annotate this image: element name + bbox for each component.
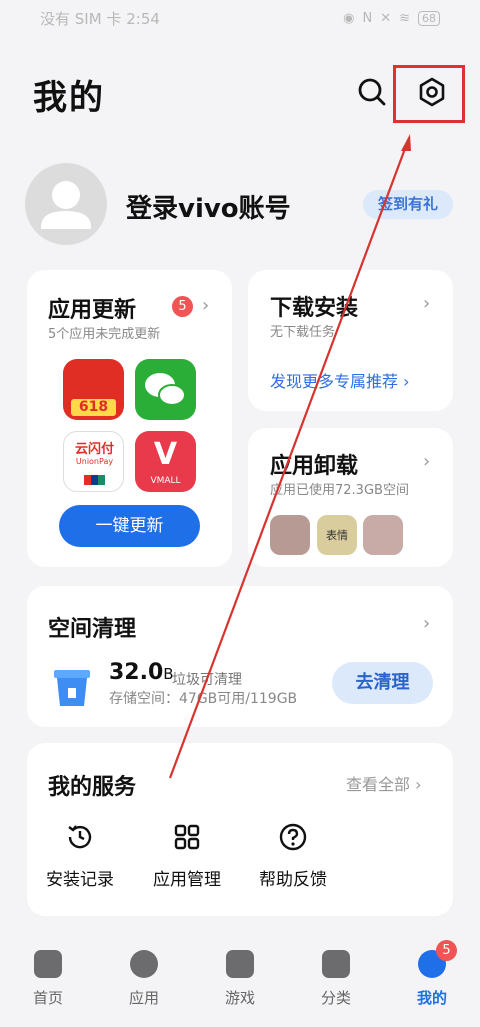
unionpay-title: 云闪付 — [74, 442, 114, 457]
help-feedback-label: 帮助反馈 — [259, 870, 327, 890]
install-history-button[interactable]: 安装记录 — [35, 822, 125, 890]
chat-bubbles-icon — [145, 373, 186, 406]
search-icon[interactable] — [356, 76, 388, 108]
status-icons: ◉ N ✕ ≋ 68 — [343, 10, 440, 26]
cleanable-amount: 32.0B — [109, 660, 174, 685]
services-title: 我的服务 — [48, 775, 137, 800]
tab-categories-label: 分类 — [320, 989, 351, 1007]
trash-bin-icon — [54, 670, 90, 706]
clock: 2:54 — [126, 9, 160, 28]
tab-home-label: 首页 — [32, 989, 63, 1007]
vmall-app-icon: V VMALL — [135, 431, 196, 492]
download-title: 下载安装 — [270, 296, 359, 321]
amount-value: 32.0 — [109, 660, 164, 685]
status-bar: 没有 SIM 卡 2:54 ◉ N ✕ ≋ 68 — [0, 0, 480, 36]
carrier-text: 没有 SIM 卡 — [40, 9, 122, 28]
mute-icon: ✕ — [380, 10, 392, 26]
uninstall-subtitle: 应用已使用72.3GB空间 — [270, 483, 409, 498]
tab-mine-badge: 5 — [436, 940, 457, 961]
weibo-thumb-icon — [363, 515, 403, 555]
cleanable-label: 垃圾可清理 — [172, 672, 242, 688]
v-logo: V — [153, 437, 178, 472]
tab-games[interactable]: 游戏 — [205, 950, 275, 1008]
nfc-icon: N — [362, 10, 373, 26]
update-all-button[interactable]: 一键更新 — [59, 505, 200, 547]
chevron-right-icon: › — [202, 295, 210, 316]
storage-detail: 存储空间：47GB可用/119GB — [109, 691, 298, 707]
help-question-icon — [279, 823, 307, 851]
vmall-label: VMALL — [150, 476, 181, 486]
history-clock-icon — [68, 825, 92, 849]
tab-games-label: 游戏 — [224, 989, 255, 1007]
app-update-title: 应用更新 — [48, 298, 137, 323]
settings-highlight-box — [393, 65, 465, 123]
battery-icon: 68 — [418, 10, 440, 26]
page-title: 我的 — [33, 78, 105, 118]
tab-mine[interactable]: 我的 — [397, 950, 467, 1008]
install-history-label: 安装记录 — [46, 870, 114, 890]
home-icon — [34, 950, 62, 978]
tab-categories[interactable]: 分类 — [301, 950, 371, 1008]
storage-title: 空间清理 — [48, 617, 137, 642]
app-management-label: 应用管理 — [153, 870, 221, 890]
apps-icon — [130, 950, 158, 978]
discover-more-link[interactable]: 发现更多专属推荐 › — [270, 368, 410, 392]
bottom-tab-bar: 首页 应用 游戏 分类 我的 — [0, 940, 480, 1027]
app-thumb-icon — [270, 515, 310, 555]
chevron-right-icon: › — [423, 451, 431, 472]
view-all-link[interactable]: 查看全部 › — [346, 771, 422, 795]
pinduoduo-app-icon: 618 — [63, 359, 124, 420]
category-icon — [322, 950, 350, 978]
avatar[interactable] — [25, 163, 107, 245]
login-link[interactable]: 登录vivo账号 — [126, 188, 291, 225]
grid-icon — [174, 824, 200, 850]
tab-apps[interactable]: 应用 — [109, 950, 179, 1008]
chevron-right-icon: › — [423, 613, 431, 634]
uninstall-title: 应用卸载 — [270, 454, 359, 479]
tab-apps-label: 应用 — [128, 989, 159, 1007]
download-subtitle: 无下载任务 — [270, 325, 336, 340]
wechat-app-icon — [135, 359, 196, 420]
tab-home[interactable]: 首页 — [13, 950, 83, 1008]
sticker-label: 表情 — [326, 529, 348, 542]
unionpay-app-icon: 云闪付 UnionPay — [63, 431, 124, 492]
app-update-subtitle: 5个应用未完成更新 — [48, 327, 161, 342]
wifi-icon: ≋ — [399, 10, 410, 26]
app-management-button[interactable]: 应用管理 — [142, 822, 232, 890]
eye-icon: ◉ — [343, 10, 355, 26]
update-count-badge: 5 — [172, 296, 193, 317]
app-thumb-icon: 表情 — [317, 515, 357, 555]
unionpay-sub: UnionPay — [75, 457, 114, 466]
help-feedback-button[interactable]: 帮助反馈 — [248, 822, 338, 890]
signin-button[interactable]: 签到有礼 — [363, 190, 453, 219]
gamepad-icon — [226, 950, 254, 978]
clean-button[interactable]: 去清理 — [332, 662, 433, 704]
618-label: 618 — [71, 399, 116, 416]
chevron-right-icon: › — [423, 293, 431, 314]
user-silhouette-icon — [41, 181, 91, 229]
tab-mine-label: 我的 — [416, 989, 447, 1007]
